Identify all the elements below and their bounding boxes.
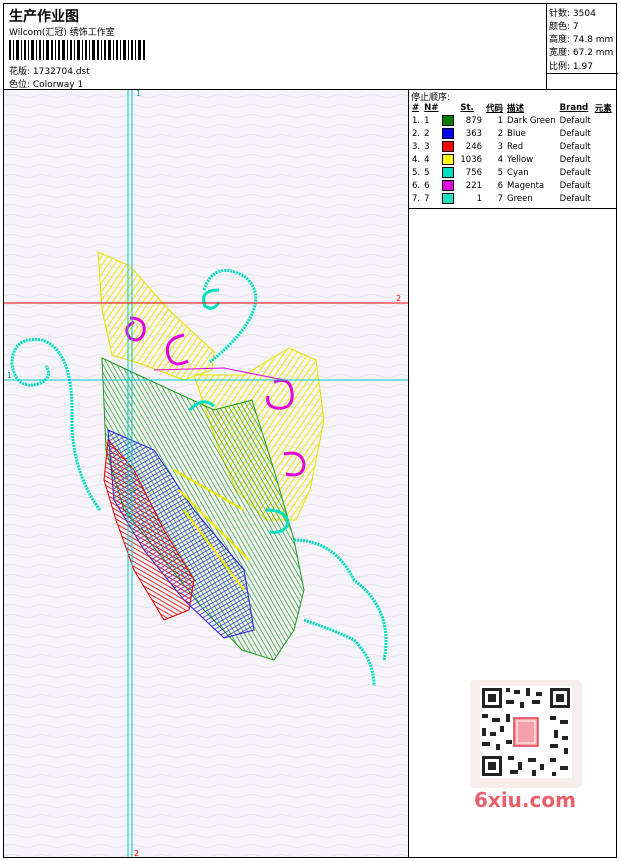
color-swatch bbox=[442, 167, 455, 178]
col-swatch bbox=[440, 101, 458, 114]
stitch-count: 针数: 3504 bbox=[549, 9, 596, 19]
col-brand: Brand bbox=[559, 102, 589, 113]
legend-row: 1. 1 879 1 Dark Green Default bbox=[412, 115, 591, 126]
color-swatch bbox=[442, 141, 455, 152]
stats-divider bbox=[547, 73, 618, 74]
col-num: # bbox=[412, 102, 420, 113]
legend-row: 7. 7 1 7 Green Default bbox=[412, 193, 591, 204]
design-preview: 1 2 1 2 bbox=[4, 90, 408, 857]
guide-label-h-left: 1 bbox=[7, 371, 12, 380]
embroidery-preview: 1 2 1 2 bbox=[4, 90, 408, 857]
color-swatch bbox=[442, 193, 455, 204]
col-code: 代码 bbox=[486, 103, 504, 114]
guide-label-v-bottom: 2 bbox=[134, 849, 139, 857]
col-n: N# bbox=[424, 102, 439, 113]
design-height: 高度: 74.8 mm bbox=[549, 35, 614, 45]
site-watermark: 6xiu.com bbox=[474, 788, 576, 812]
legend-row: 5. 5 756 5 Cyan Default bbox=[412, 167, 591, 178]
stats-panel: 针数: 3504 颜色: 7 高度: 74.8 mm 宽度: 67.2 mm 比… bbox=[546, 3, 618, 89]
legend-row: 3. 3 246 3 Red Default bbox=[412, 141, 591, 152]
company-name: Wilcom(汇冠) 绣饰工作室 bbox=[9, 28, 115, 38]
color-swatch bbox=[442, 154, 455, 165]
col-element: 元素 bbox=[594, 103, 612, 114]
design-scale: 比例: 1.97 bbox=[549, 62, 593, 72]
col-stitches: St. bbox=[460, 102, 474, 113]
legend-header-row: # N# St. 代码 描述 Brand 元素 bbox=[410, 101, 614, 114]
color-swatch bbox=[442, 115, 455, 126]
guide-label-h-right: 2 bbox=[396, 294, 401, 303]
qr-code-icon bbox=[470, 680, 582, 788]
legend-row: 2. 2 363 2 Blue Default bbox=[412, 128, 591, 139]
color-swatch bbox=[442, 180, 455, 191]
header-panel: 生产作业图 Wilcom(汇冠) 绣饰工作室 花版: 1732704.dst 色… bbox=[3, 3, 617, 90]
design-width: 宽度: 67.2 mm bbox=[549, 48, 614, 58]
stop-sequence-table: # N# St. 代码 描述 Brand 元素 1. 1 879 1 Dark Gree… bbox=[410, 101, 614, 205]
page-title: 生产作业图 bbox=[9, 9, 79, 25]
color-count: 颜色: 7 bbox=[549, 22, 579, 32]
design-file-label: 花版: 1732704.dst bbox=[9, 67, 90, 77]
col-desc: 描述 bbox=[507, 103, 525, 114]
color-swatch bbox=[442, 128, 455, 139]
guide-label-v-top: 1 bbox=[136, 90, 141, 98]
legend-row: 4. 4 1036 4 Yellow Default bbox=[412, 154, 591, 165]
stop-sequence-legend: 停止顺序: # N# St. 代码 描述 Brand 元素 1. 1 879 1 Dar… bbox=[409, 90, 617, 209]
legend-row: 6. 6 221 6 Magenta Default bbox=[412, 180, 591, 191]
barcode-icon bbox=[9, 40, 145, 60]
colorway-label: 色位: Colorway 1 bbox=[9, 80, 84, 90]
